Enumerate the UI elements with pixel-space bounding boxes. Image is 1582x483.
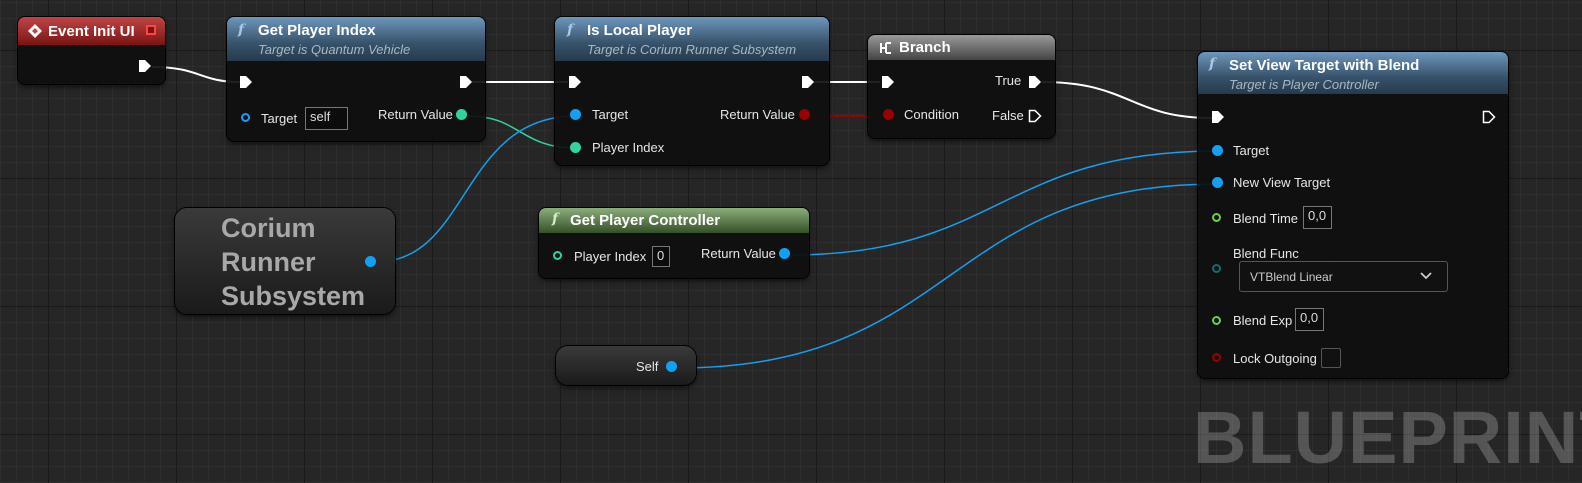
target-label: Target — [261, 111, 298, 126]
blend-func-dropdown[interactable]: VTBlend Linear — [1239, 261, 1448, 292]
return-value-label: Return Value — [701, 246, 776, 261]
chevron-down-icon — [1420, 272, 1432, 280]
exec-in-pin[interactable] — [568, 75, 582, 89]
blend-exp-label: Blend Exp — [1233, 313, 1293, 328]
node-title: Get Player Index — [258, 22, 376, 39]
node-title: Corium Runner Subsystem — [221, 213, 366, 311]
exec-wire-true-to-setview — [1041, 81, 1213, 119]
delegate-square-icon[interactable] — [146, 25, 156, 35]
exec-in-pin[interactable] — [1211, 110, 1225, 124]
set-view-target-node[interactable]: f Set View Target with Blend Target is P… — [1198, 52, 1508, 378]
condition-label: Condition — [904, 107, 959, 122]
return-value-label: Return Value — [378, 107, 453, 122]
node-title: Set View Target with Blend — [1229, 57, 1420, 74]
node-subtitle: Target is Quantum Vehicle — [258, 42, 411, 57]
player-index-field[interactable]: 0 — [652, 246, 670, 267]
is-local-player-node[interactable]: f Is Local Player Target is Corium Runne… — [555, 17, 829, 165]
player-index-pin[interactable] — [570, 142, 581, 153]
exec-in-pin[interactable] — [881, 75, 895, 89]
exec-out-pin[interactable] — [459, 75, 473, 89]
blend-exp-field[interactable]: 0,0 — [1295, 308, 1324, 331]
new-view-target-pin[interactable] — [1212, 177, 1223, 188]
function-icon: f — [567, 22, 574, 38]
function-icon: f — [1209, 56, 1216, 72]
target-label: Target — [1233, 143, 1270, 158]
lock-outgoing-label: Lock Outgoing — [1233, 351, 1317, 366]
return-value-pin[interactable] — [779, 248, 790, 259]
node-title: Is Local Player — [587, 22, 693, 39]
output-pin[interactable] — [365, 256, 376, 267]
self-label: Self — [636, 359, 659, 374]
exec-false-pin[interactable] — [1028, 109, 1042, 123]
lock-outgoing-pin[interactable] — [1212, 353, 1221, 362]
true-label: True — [995, 73, 1022, 88]
blend-func-value: VTBlend Linear — [1250, 270, 1333, 284]
branch-node[interactable]: Branch True Condition False — [868, 35, 1055, 138]
false-label: False — [992, 108, 1024, 123]
blend-time-pin[interactable] — [1212, 213, 1221, 222]
exec-out-pin[interactable] — [138, 59, 152, 73]
blend-exp-pin[interactable] — [1212, 316, 1221, 325]
node-subtitle: Target is Corium Runner Subsystem — [587, 42, 797, 57]
blend-func-label: Blend Func — [1233, 246, 1299, 261]
blend-func-pin[interactable] — [1212, 264, 1221, 273]
node-title: Branch — [899, 39, 951, 56]
event-init-ui-node[interactable]: Event Init UI — [18, 17, 165, 84]
node-title: Get Player Controller — [570, 212, 721, 229]
function-icon: f — [238, 22, 245, 38]
blend-time-field[interactable]: 0,0 — [1303, 206, 1332, 229]
function-icon: f — [552, 211, 559, 227]
target-pin[interactable] — [1212, 145, 1223, 156]
target-self-field[interactable]: self — [305, 107, 348, 130]
get-player-index-node[interactable]: f Get Player Index Target is Quantum Veh… — [227, 17, 485, 141]
event-diamond-icon — [28, 24, 42, 38]
new-view-target-label: New View Target — [1233, 175, 1331, 190]
exec-out-pin[interactable] — [1482, 110, 1496, 124]
player-index-pin[interactable] — [553, 251, 562, 260]
blueprint-watermark: BLUEPRINT — [1193, 396, 1582, 479]
node-subtitle: Target is Player Controller — [1229, 77, 1379, 92]
player-index-label: Player Index — [574, 249, 647, 264]
self-node[interactable]: Self — [556, 346, 696, 385]
player-index-label: Player Index — [592, 140, 665, 155]
exec-in-pin[interactable] — [239, 75, 253, 89]
return-value-pin[interactable] — [456, 109, 467, 120]
exec-true-pin[interactable] — [1028, 75, 1042, 89]
corium-runner-subsystem-node[interactable]: Corium Runner Subsystem — [175, 208, 395, 314]
target-pin[interactable] — [570, 109, 581, 120]
branch-icon — [880, 42, 891, 54]
target-label: Target — [592, 107, 629, 122]
return-value-label: Return Value — [720, 107, 795, 122]
exec-out-pin[interactable] — [801, 75, 815, 89]
self-output-pin[interactable] — [666, 361, 677, 372]
blend-time-label: Blend Time — [1233, 211, 1299, 226]
get-player-controller-node[interactable]: f Get Player Controller Player Index 0 R… — [539, 208, 809, 278]
condition-pin[interactable] — [883, 109, 894, 120]
node-header — [868, 35, 1055, 60]
target-pin[interactable] — [241, 113, 250, 122]
lock-outgoing-checkbox[interactable] — [1321, 348, 1341, 368]
node-title: Event Init UI — [48, 23, 135, 40]
return-value-pin[interactable] — [799, 109, 810, 120]
